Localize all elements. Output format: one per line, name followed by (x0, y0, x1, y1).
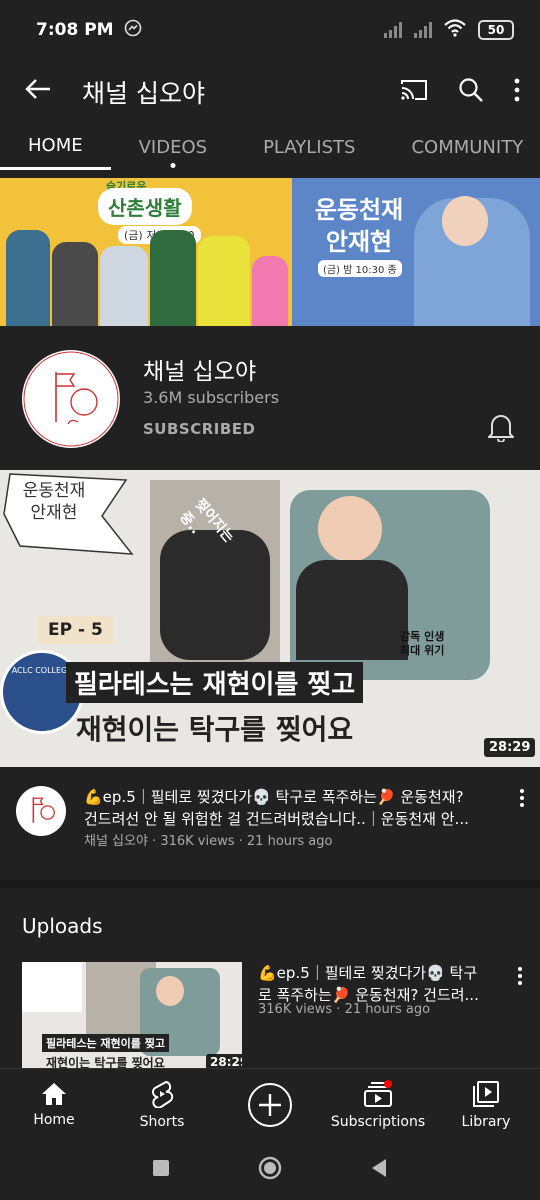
page-title: 채널 십오야 (82, 79, 205, 108)
nav-shorts[interactable]: Shorts (108, 1069, 216, 1140)
nav-shorts-label: Shorts (139, 1113, 185, 1130)
search-icon[interactable] (458, 77, 484, 107)
featured-video-title[interactable]: 💪ep.5｜필테로 찢겼다가💀 탁구로 폭주하는🏓 운동천재? 건드려선 안 될… (84, 786, 494, 830)
create-plus-icon (247, 1082, 293, 1128)
bottom-navigation: Home Shorts Subscriptions Library (0, 1068, 540, 1140)
more-vert-icon[interactable] (510, 966, 530, 989)
featured-video-thumbnail[interactable]: 운동천재 안재현 찢어지는 중.. EP - 5 ACLC COLLEGE 필라… (0, 470, 540, 767)
upload-thumbnail[interactable]: 필라테스는 재현이를 찢고 재현이는 탁구를 찢어요 28:29 (22, 962, 242, 1070)
banner-person (52, 242, 98, 326)
nav-create[interactable] (216, 1069, 324, 1140)
uploads-heading: Uploads (22, 914, 103, 938)
signal-icon-2 (414, 22, 432, 38)
cast-icon[interactable] (400, 79, 428, 105)
channel-avatar-small[interactable] (16, 786, 66, 836)
nav-library-label: Library (461, 1113, 511, 1130)
tab-community[interactable]: COMMUNITY (383, 124, 540, 170)
subscribed-button[interactable]: SUBSCRIBED (143, 420, 256, 438)
tab-videos[interactable]: VIDEOS (111, 124, 235, 170)
banner-person (100, 246, 148, 326)
more-vert-icon[interactable] (514, 78, 520, 106)
status-time: 7:08 PM (36, 20, 114, 40)
banner-left-panel: 슬기로운 산촌생활 (금) 저녁 8:50 (0, 178, 292, 326)
nav-subscriptions[interactable]: Subscriptions (324, 1069, 432, 1140)
recent-apps-icon[interactable] (152, 1159, 170, 1181)
thumb-face (156, 976, 184, 1006)
status-bar: 7:08 PM 50 (0, 0, 540, 60)
app-header: 채널 십오야 (0, 60, 540, 124)
subscriber-count: 3.6M subscribers (143, 388, 280, 407)
banner-person (6, 230, 50, 326)
home-icon (41, 1082, 67, 1106)
thumb-badge-text: 운동천재 안재현 (22, 481, 86, 523)
thumb-person (296, 560, 408, 660)
nav-library[interactable]: Library (432, 1069, 540, 1140)
featured-video-info: 💪ep.5｜필테로 찢겼다가💀 탁구로 폭주하는🏓 운동천재? 건드려선 안 될… (0, 782, 540, 852)
tab-videos-label: VIDEOS (138, 136, 208, 158)
shorts-icon (150, 1080, 174, 1108)
nav-subscriptions-label: Subscriptions (330, 1113, 426, 1130)
signal-icon (384, 22, 402, 38)
banner-right-title: 운동천재 안재현 (314, 196, 404, 256)
thumb-caption-2: 재현이는 탁구를 찢어요 (76, 713, 354, 746)
system-navigation-bar (0, 1140, 540, 1200)
channel-name: 채널 십오야 (143, 359, 257, 385)
channel-avatar[interactable] (22, 350, 120, 448)
banner-right-time: (금) 밤 10:30 종 (318, 260, 402, 277)
channel-info: 채널 십오야 3.6M subscribers SUBSCRIBED (0, 340, 540, 450)
nav-home[interactable]: Home (0, 1069, 108, 1140)
home-circle-icon[interactable] (258, 1156, 282, 1184)
banner-person (150, 230, 196, 326)
section-divider (0, 880, 540, 888)
banner-face (442, 196, 488, 246)
upload-meta: 316K views · 21 hours ago (258, 1002, 431, 1017)
wifi-icon (444, 19, 466, 41)
back-triangle-icon[interactable] (370, 1158, 388, 1182)
thumb-episode-label: EP - 5 (38, 616, 113, 644)
thumb-face (318, 496, 382, 562)
battery-indicator: 50 (478, 20, 514, 40)
subscriptions-icon (363, 1079, 393, 1108)
channel-tabs: HOME VIDEOS PLAYLISTS COMMUNITY (0, 124, 540, 176)
more-vert-icon[interactable] (512, 788, 532, 811)
tab-home[interactable]: HOME (0, 124, 111, 170)
thumb-star-badge (22, 962, 82, 1012)
featured-video-meta: 채널 십오야 · 316K views · 21 hours ago (84, 834, 333, 849)
bell-icon[interactable] (486, 412, 516, 443)
thumb-caption-1: 필라테스는 재현이를 찢고 (42, 1034, 169, 1052)
messenger-icon (124, 19, 142, 42)
thumb-side-text: 감독 인생 최대 위기 (400, 630, 445, 657)
nav-home-label: Home (33, 1111, 75, 1128)
banner-person (198, 236, 250, 326)
banner-person (252, 256, 288, 326)
banner-right-panel: 운동천재 안재현 (금) 밤 10:30 종 (292, 178, 540, 326)
thumb-caption-1: 필라테스는 재현이를 찢고 (66, 662, 364, 703)
tab-playlists[interactable]: PLAYLISTS (235, 124, 383, 170)
library-icon (472, 1080, 500, 1108)
new-content-dot (170, 163, 176, 168)
video-duration: 28:29 (484, 738, 536, 757)
back-arrow-icon[interactable] (24, 77, 54, 107)
banner-left-title: 산촌생활 (98, 188, 192, 225)
channel-banner: 슬기로운 산촌생활 (금) 저녁 8:50 운동천재 안재현 (금) 밤 10:… (0, 178, 540, 326)
upload-title[interactable]: 💪ep.5｜필테로 찢겼다가💀 탁구 로 폭주하는🏓 운동천재? 건드려... (258, 962, 498, 1006)
